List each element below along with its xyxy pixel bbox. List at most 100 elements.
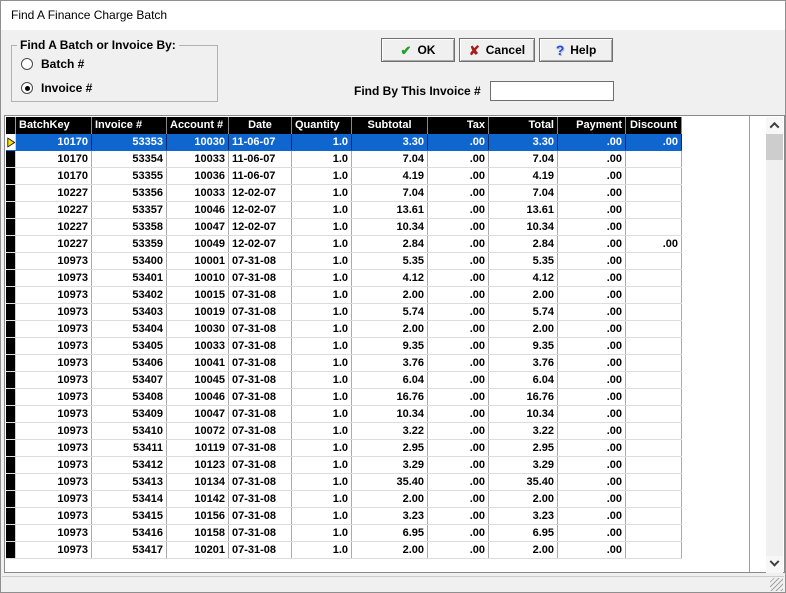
row-indicator-cell — [6, 372, 16, 388]
table-row[interactable]: 10973534171020107-31-081.02.00.002.00.00 — [6, 542, 682, 559]
cell-tax: .00 — [428, 542, 489, 558]
radio-invoice-circle-icon[interactable] — [21, 82, 33, 94]
cell-batchkey: 10973 — [16, 508, 92, 524]
table-row[interactable]: 10973534001000107-31-081.05.35.005.35.00 — [6, 253, 682, 270]
window-title: Find A Finance Charge Batch — [11, 8, 167, 22]
cell-quantity: 1.0 — [292, 372, 352, 388]
cell-tax: .00 — [428, 474, 489, 490]
scrollbar-thumb[interactable] — [766, 134, 783, 160]
cell-total: 9.35 — [489, 338, 558, 354]
cell-account: 10123 — [167, 457, 229, 473]
radio-batch-number[interactable]: Batch # — [21, 57, 84, 71]
cell-invoice: 53355 — [92, 168, 167, 184]
cell-total: 6.95 — [489, 525, 558, 541]
row-indicator-cell — [6, 440, 16, 456]
cell-total: 2.84 — [489, 236, 558, 252]
cell-payment: .00 — [558, 406, 626, 422]
cell-quantity: 1.0 — [292, 440, 352, 456]
table-row[interactable]: 10973534071004507-31-081.06.04.006.04.00 — [6, 372, 682, 389]
table-row[interactable]: 10227533571004612-02-071.013.61.0013.61.… — [6, 202, 682, 219]
cell-account: 10047 — [167, 219, 229, 235]
cell-account: 10049 — [167, 236, 229, 252]
table-row[interactable]: 10227533591004912-02-071.02.84.002.84.00… — [6, 236, 682, 253]
table-row[interactable]: 10973534021001507-31-081.02.00.002.00.00 — [6, 287, 682, 304]
cell-subtotal: 2.00 — [352, 321, 428, 337]
cell-subtotal: 4.12 — [352, 270, 428, 286]
table-row[interactable]: 10973534031001907-31-081.05.74.005.74.00 — [6, 304, 682, 321]
table-row[interactable]: 10170533541003311-06-071.07.04.007.04.00 — [6, 151, 682, 168]
help-button[interactable]: ? Help — [539, 38, 613, 62]
cell-account: 10072 — [167, 423, 229, 439]
table-row[interactable]: 10973534141014207-31-081.02.00.002.00.00 — [6, 491, 682, 508]
cell-tax: .00 — [428, 457, 489, 473]
groupbox-label: Find A Batch or Invoice By: — [17, 38, 179, 52]
cell-subtotal: 2.00 — [352, 287, 428, 303]
cell-subtotal: 3.29 — [352, 457, 428, 473]
column-header-quantity: Quantity — [292, 117, 352, 134]
table-row[interactable]: 10973534051003307-31-081.09.35.009.35.00 — [6, 338, 682, 355]
cell-discount — [626, 185, 682, 201]
cell-quantity: 1.0 — [292, 491, 352, 507]
scroll-up-button[interactable] — [766, 117, 783, 134]
cell-account: 10134 — [167, 474, 229, 490]
cell-quantity: 1.0 — [292, 236, 352, 252]
scroll-down-button[interactable] — [766, 556, 783, 573]
cell-batchkey: 10170 — [16, 134, 92, 150]
row-indicator-cell — [6, 304, 16, 320]
cell-total: 6.04 — [489, 372, 558, 388]
table-row[interactable]: 10973534131013407-31-081.035.40.0035.40.… — [6, 474, 682, 491]
cell-discount — [626, 440, 682, 456]
find-invoice-input[interactable] — [490, 81, 614, 101]
chevron-down-icon — [770, 557, 780, 567]
cell-subtotal: 13.61 — [352, 202, 428, 218]
table-row-selected[interactable]: 10170533531003011-06-071.03.30.003.30.00… — [6, 134, 682, 151]
column-header-tax: Tax — [428, 117, 489, 134]
resize-grip[interactable] — [770, 578, 783, 591]
table-row[interactable]: 10973534091004707-31-081.010.34.0010.34.… — [6, 406, 682, 423]
ok-button[interactable]: ✔ OK — [381, 38, 455, 62]
radio-invoice-number[interactable]: Invoice # — [21, 81, 92, 95]
cell-payment: .00 — [558, 270, 626, 286]
cell-tax: .00 — [428, 253, 489, 269]
vertical-scrollbar[interactable] — [766, 117, 783, 573]
cell-discount — [626, 202, 682, 218]
table-row[interactable]: 10973534011001007-31-081.04.12.004.12.00 — [6, 270, 682, 287]
cell-account: 10119 — [167, 440, 229, 456]
cell-batchkey: 10170 — [16, 151, 92, 167]
column-header-account: Account # — [167, 117, 229, 134]
cell-quantity: 1.0 — [292, 253, 352, 269]
radio-batch-circle-icon[interactable] — [21, 58, 33, 70]
cell-total: 3.76 — [489, 355, 558, 371]
table-row[interactable]: 10170533551003611-06-071.04.19.004.19.00 — [6, 168, 682, 185]
cell-account: 10201 — [167, 542, 229, 558]
cell-subtotal: 3.76 — [352, 355, 428, 371]
table-row[interactable]: 10973534111011907-31-081.02.95.002.95.00 — [6, 440, 682, 457]
cell-discount — [626, 270, 682, 286]
table-row[interactable]: 10973534061004107-31-081.03.76.003.76.00 — [6, 355, 682, 372]
find-by-groupbox: Find A Batch or Invoice By: Batch # Invo… — [11, 45, 218, 102]
table-row[interactable]: 10973534101007207-31-081.03.22.003.22.00 — [6, 423, 682, 440]
help-button-label: Help — [570, 43, 596, 57]
table-row[interactable]: 10973534151015607-31-081.03.23.003.23.00 — [6, 508, 682, 525]
table-row[interactable]: 10973534041003007-31-081.02.00.002.00.00 — [6, 321, 682, 338]
cell-payment: .00 — [558, 151, 626, 167]
table-row[interactable]: 10973534081004607-31-081.016.76.0016.76.… — [6, 389, 682, 406]
cell-account: 10010 — [167, 270, 229, 286]
cancel-button-label: Cancel — [486, 43, 525, 57]
cell-date: 07-31-08 — [229, 253, 292, 269]
cell-payment: .00 — [558, 525, 626, 541]
cell-tax: .00 — [428, 372, 489, 388]
cell-date: 07-31-08 — [229, 440, 292, 456]
cell-invoice: 53405 — [92, 338, 167, 354]
table-row[interactable]: 10227533581004712-02-071.010.34.0010.34.… — [6, 219, 682, 236]
cell-quantity: 1.0 — [292, 525, 352, 541]
cancel-button[interactable]: ✘ Cancel — [459, 38, 535, 62]
row-indicator-cell — [6, 236, 16, 252]
table-row[interactable]: 10973534121012307-31-081.03.29.003.29.00 — [6, 457, 682, 474]
table-row[interactable]: 10973534161015807-31-081.06.95.006.95.00 — [6, 525, 682, 542]
cell-total: 2.00 — [489, 321, 558, 337]
cell-tax: .00 — [428, 406, 489, 422]
cell-subtotal: 9.35 — [352, 338, 428, 354]
cell-tax: .00 — [428, 355, 489, 371]
table-row[interactable]: 10227533561003312-02-071.07.04.007.04.00 — [6, 185, 682, 202]
